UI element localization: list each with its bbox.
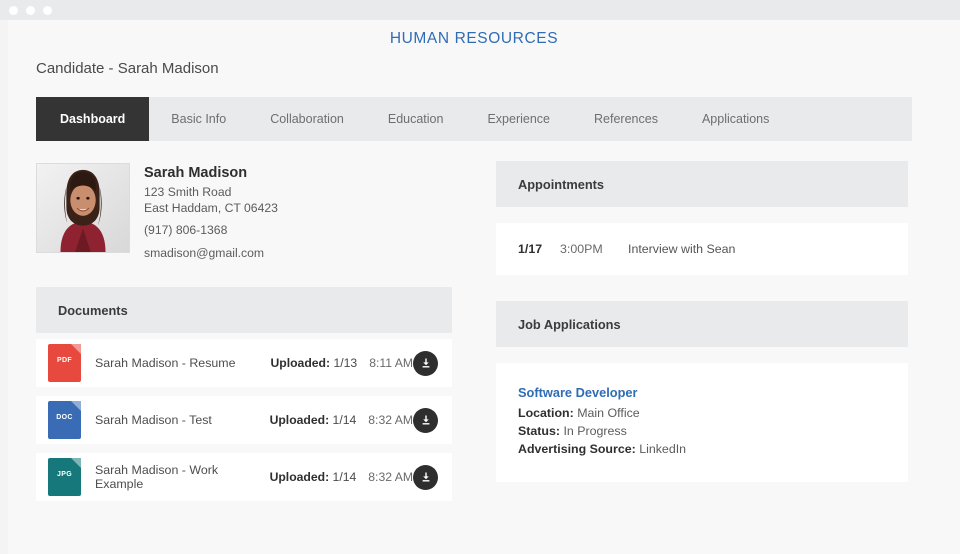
jpg-file-icon: JPG [48,458,81,496]
job-source-label: Advertising Source: [518,442,636,456]
profile-phone: (917) 806-1368 [144,223,278,239]
tab-dashboard[interactable]: Dashboard [36,97,149,141]
file-ext-label: JPG [48,471,81,478]
tab-references[interactable]: References [572,97,680,141]
uploaded-time: 8:32 AM [368,413,413,427]
appointment-date: 1/17 [518,242,560,256]
job-location-label: Location: [518,406,574,420]
left-column: Sarah Madison 123 Smith Road East Haddam… [36,161,452,501]
table-row[interactable]: JPG Sarah Madison - Work Example Uploade… [36,453,452,501]
tab-experience[interactable]: Experience [465,97,572,141]
job-status: Status: In Progress [518,422,886,440]
job-status-label: Status: [518,424,560,438]
maximize-dot[interactable] [43,6,52,15]
appointments-title: Appointments [496,161,908,207]
download-button[interactable] [413,351,438,376]
window-titlebar [0,0,960,20]
download-icon [420,357,432,369]
page-content: HUMAN RESOURCES Candidate - Sarah Madiso… [8,20,960,554]
download-icon [420,414,432,426]
profile-street: 123 Smith Road [144,185,278,201]
left-rail [0,20,8,554]
profile-card: Sarah Madison 123 Smith Road East Haddam… [36,161,452,261]
job-applications-title: Job Applications [496,301,908,347]
appointment-description: Interview with Sean [628,242,735,256]
uploaded-label: Uploaded: [270,470,330,484]
appointment-time: 3:00PM [560,242,628,256]
appointments-body: 1/17 3:00PM Interview with Sean [496,223,908,275]
job-location: Location: Main Office [518,404,886,422]
uploaded-label: Uploaded: [270,356,330,370]
uploaded-date: 1/13 [333,356,357,370]
tab-applications[interactable]: Applications [680,97,791,141]
profile-info: Sarah Madison 123 Smith Road East Haddam… [144,163,278,261]
job-status-value: In Progress [563,424,626,438]
documents-title: Documents [36,287,452,333]
download-button[interactable] [413,465,438,490]
tab-bar: Dashboard Basic Info Collaboration Educa… [36,97,912,141]
table-row[interactable]: DOC Sarah Madison - Test Uploaded: 1/14 … [36,396,452,444]
job-applications-body: Software Developer Location: Main Office… [496,363,908,482]
close-dot[interactable] [9,6,18,15]
document-name: Sarah Madison - Test [95,413,270,427]
dashboard-columns: Sarah Madison 123 Smith Road East Haddam… [36,161,960,501]
job-position-link[interactable]: Software Developer [518,385,886,400]
browser-window: HUMAN RESOURCES Candidate - Sarah Madiso… [0,0,960,554]
pdf-file-icon: PDF [48,344,81,382]
document-name: Sarah Madison - Work Example [95,463,270,491]
table-row[interactable]: PDF Sarah Madison - Resume Uploaded: 1/1… [36,339,452,387]
uploaded-info: Uploaded: 1/14 [270,470,357,484]
file-ext-label: PDF [48,357,81,364]
uploaded-time: 8:11 AM [369,356,413,370]
doc-file-icon: DOC [48,401,81,439]
download-icon [420,471,432,483]
minimize-dot[interactable] [26,6,35,15]
job-location-value: Main Office [577,406,639,420]
appointments-panel: Appointments 1/17 3:00PM Interview with … [496,161,908,275]
avatar [36,163,130,253]
tab-collaboration[interactable]: Collaboration [248,97,366,141]
documents-panel: Documents PDF Sarah Madison - Resume Upl… [36,287,452,501]
breadcrumb: Candidate - Sarah Madison [36,60,960,77]
job-source-value: LinkedIn [639,442,686,456]
uploaded-date: 1/14 [333,413,357,427]
file-ext-label: DOC [48,414,81,421]
tab-basic-info[interactable]: Basic Info [149,97,248,141]
job-applications-panel: Job Applications Software Developer Loca… [496,301,908,482]
list-item[interactable]: 1/17 3:00PM Interview with Sean [496,223,908,275]
uploaded-info: Uploaded: 1/14 [270,413,357,427]
right-column: Appointments 1/17 3:00PM Interview with … [496,161,908,501]
profile-email[interactable]: smadison@gmail.com [144,246,278,262]
document-name: Sarah Madison - Resume [95,356,270,370]
uploaded-info: Uploaded: 1/13 [270,356,357,370]
job-source: Advertising Source: LinkedIn [518,440,886,458]
tab-education[interactable]: Education [366,97,466,141]
uploaded-label: Uploaded: [270,413,330,427]
app-title: HUMAN RESOURCES [8,20,960,48]
profile-name: Sarah Madison [144,165,278,181]
documents-list: PDF Sarah Madison - Resume Uploaded: 1/1… [36,339,452,501]
profile-city: East Haddam, CT 06423 [144,201,278,217]
uploaded-date: 1/14 [333,470,357,484]
uploaded-time: 8:32 AM [368,470,413,484]
download-button[interactable] [413,408,438,433]
